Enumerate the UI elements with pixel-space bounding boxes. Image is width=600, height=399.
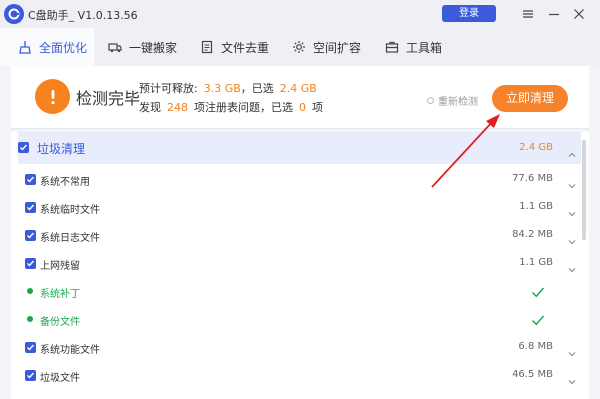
- tab-label: 空间扩容: [313, 40, 362, 55]
- chevron-down-icon[interactable]: [568, 259, 576, 273]
- checkmark-icon: [531, 284, 545, 298]
- item-checkbox[interactable]: [25, 202, 36, 213]
- group-size: 2.4 GB: [519, 142, 553, 153]
- item-label: 系统不常用: [40, 177, 90, 188]
- recheck-button[interactable]: 重新检测: [427, 93, 478, 108]
- registry-count: 248: [167, 101, 188, 114]
- found-label: 发现: [139, 101, 161, 114]
- tab-bar: 全面优化 一键搬家 文件去重 空间扩容 工具箱: [0, 28, 600, 66]
- tab-label: 一键搬家: [129, 40, 178, 55]
- tab-label: 文件去重: [221, 40, 270, 55]
- item-label: 上网残留: [40, 261, 80, 272]
- registry-selected: 0: [299, 101, 306, 114]
- item-label: 备份文件: [40, 317, 80, 328]
- item-size: 1.1 GB: [519, 257, 553, 268]
- list-item[interactable]: 垃圾文件 46.5 MB: [18, 361, 581, 389]
- registry-stats: 发现 248 项注册表问题，已选 0 项: [139, 99, 323, 115]
- window-title: C盘助手_ V1.0.13.56: [28, 9, 138, 22]
- checkmark-icon: [531, 312, 545, 326]
- list-scrollbar[interactable]: [582, 140, 586, 240]
- item-unit: 项: [312, 101, 323, 114]
- item-size: 1.1 GB: [519, 201, 553, 212]
- item-size: 46.5 MB: [512, 369, 553, 380]
- menu-icon[interactable]: [518, 4, 538, 24]
- chevron-down-icon[interactable]: [568, 231, 576, 245]
- item-size: 77.6 MB: [512, 173, 553, 184]
- list-item[interactable]: 系统功能文件 6.8 MB: [18, 333, 581, 361]
- item-size: 84.2 MB: [512, 229, 553, 240]
- group-label: 垃圾清理: [37, 142, 86, 156]
- clean-now-button[interactable]: 立即清理: [492, 85, 568, 112]
- group-checkbox[interactable]: [18, 142, 29, 153]
- item-size: 6.8 MB: [518, 341, 553, 352]
- release-label: 预计可释放:: [139, 82, 198, 95]
- minimize-icon[interactable]: [544, 4, 564, 24]
- cleanup-list: 垃圾清理 2.4 GB 系统不常用 77.6 MB 系统临时文件 1.1 GB …: [11, 132, 589, 399]
- tab-full-optimize[interactable]: 全面优化: [0, 28, 94, 66]
- item-label: 系统补丁: [40, 289, 80, 300]
- scan-status-title: 检测完毕: [76, 89, 141, 108]
- group-junk-cleanup[interactable]: 垃圾清理 2.4 GB: [18, 132, 581, 164]
- tab-one-click-move[interactable]: 一键搬家: [108, 28, 177, 66]
- release-stats: 预计可释放: 3.3 GB，已选 2.4 GB: [139, 80, 317, 96]
- toolbox-icon: [385, 40, 399, 54]
- tab-toolbox[interactable]: 工具箱: [385, 28, 442, 66]
- selected-size: 2.4 GB: [279, 82, 317, 95]
- item-checkbox[interactable]: [25, 370, 36, 381]
- item-checkbox[interactable]: [25, 342, 36, 353]
- item-label: 系统临时文件: [40, 205, 100, 216]
- recheck-label: 重新检测: [438, 97, 478, 108]
- registry-label: 项注册表问题，已选: [194, 101, 293, 114]
- gear-icon: [292, 40, 306, 54]
- title-bar: C盘助手_ V1.0.13.56 登录: [0, 0, 600, 28]
- status-dot-icon: [27, 316, 33, 322]
- item-label: 系统功能文件: [40, 345, 100, 356]
- item-checkbox[interactable]: [25, 230, 36, 241]
- list-item[interactable]: 系统不常用 77.6 MB: [18, 165, 581, 193]
- tab-file-dedupe[interactable]: 文件去重: [200, 28, 269, 66]
- release-size: 3.3 GB: [203, 82, 241, 95]
- tab-space-expand[interactable]: 空间扩容: [292, 28, 361, 66]
- item-label: 垃圾文件: [40, 373, 80, 384]
- list-item: 系统补丁: [18, 277, 581, 305]
- close-icon[interactable]: [569, 4, 589, 24]
- tab-label: 全面优化: [39, 40, 88, 55]
- chevron-down-icon[interactable]: [568, 175, 576, 189]
- chevron-up-icon[interactable]: [568, 144, 576, 157]
- list-item: 备份文件: [18, 305, 581, 333]
- warning-icon: [35, 79, 70, 114]
- app-logo-icon: [4, 4, 24, 24]
- login-button[interactable]: 登录: [442, 5, 496, 22]
- file-icon: [200, 40, 214, 54]
- item-checkbox[interactable]: [25, 174, 36, 185]
- truck-icon: [108, 40, 122, 54]
- list-item[interactable]: 上网残留 1.1 GB: [18, 249, 581, 277]
- list-item[interactable]: 系统日志文件 84.2 MB: [18, 221, 581, 249]
- scan-summary-card: 检测完毕 预计可释放: 3.3 GB，已选 2.4 GB 发现 248 项注册表问题，已…: [11, 66, 589, 129]
- chevron-down-icon[interactable]: [568, 371, 576, 385]
- item-checkbox[interactable]: [25, 258, 36, 269]
- selected-label: ，已选: [240, 82, 274, 95]
- item-label: 系统日志文件: [40, 233, 100, 244]
- broom-icon: [18, 40, 32, 54]
- status-dot-icon: [27, 288, 33, 294]
- tab-label: 工具箱: [406, 40, 443, 55]
- chevron-down-icon[interactable]: [568, 203, 576, 217]
- list-item[interactable]: 系统临时文件 1.1 GB: [18, 193, 581, 221]
- refresh-icon: [427, 97, 434, 104]
- chevron-down-icon[interactable]: [568, 343, 576, 357]
